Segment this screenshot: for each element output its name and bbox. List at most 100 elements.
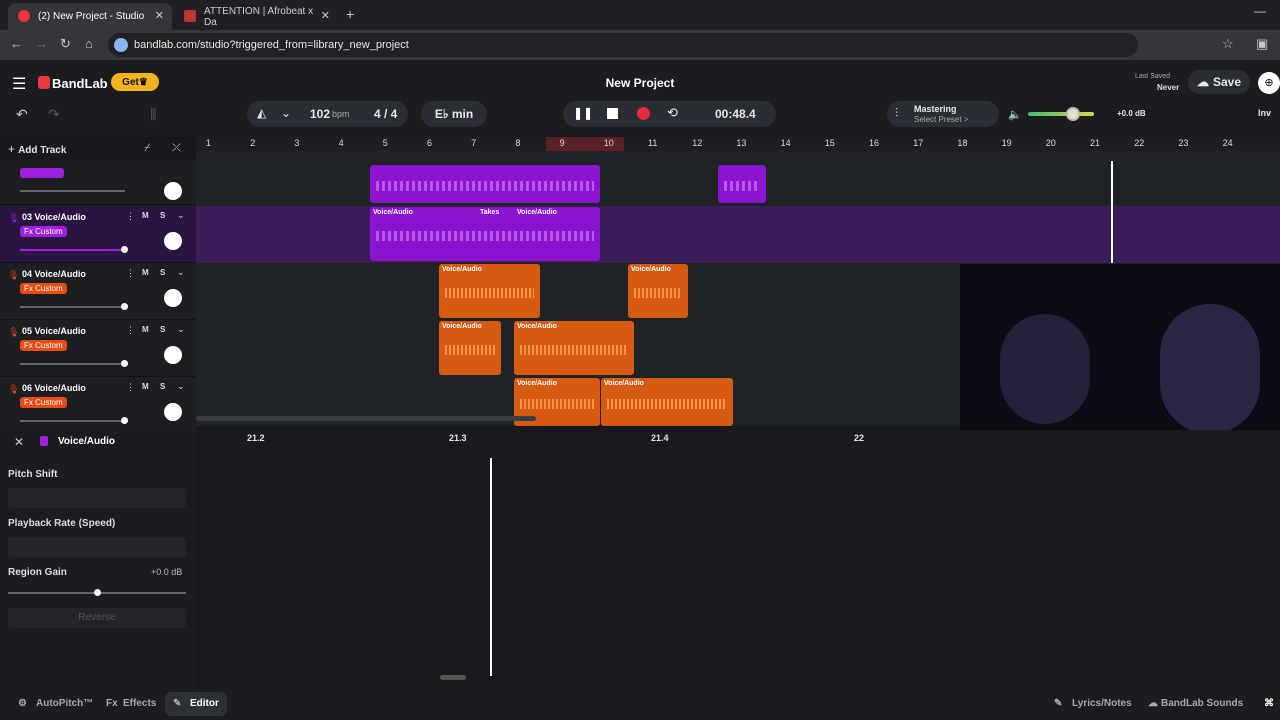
track-row[interactable]: 🎙 03 Voice/Audio ⋮ M S ⌄ Fx Custom bbox=[0, 206, 196, 263]
mastering-button[interactable]: ⫶ Mastering Select Preset > bbox=[887, 101, 999, 127]
solo-button[interactable]: S bbox=[160, 211, 165, 220]
track-volume-handle[interactable] bbox=[121, 246, 128, 253]
stop-icon[interactable] bbox=[607, 108, 618, 119]
url-input[interactable]: bandlab.com/studio?triggered_from=librar… bbox=[108, 33, 1138, 57]
audio-clip[interactable]: Voice/Audio bbox=[601, 378, 733, 426]
mixer-icon[interactable]: ⫼ bbox=[150, 106, 156, 123]
pause-icon[interactable]: ❚❚ bbox=[573, 106, 593, 120]
playback-rate-stepper[interactable] bbox=[8, 537, 186, 557]
region-gain-handle[interactable] bbox=[94, 589, 101, 596]
track-name[interactable]: 03 Voice/Audio bbox=[22, 212, 86, 222]
invite-button[interactable]: Inv bbox=[1258, 108, 1271, 118]
collapse-icon[interactable]: ⤫ bbox=[172, 142, 181, 155]
editor-playhead[interactable] bbox=[490, 458, 492, 676]
save-button[interactable]: ☁ Save bbox=[1188, 70, 1250, 94]
track-volume-handle[interactable] bbox=[121, 417, 128, 424]
master-volume-slider[interactable] bbox=[1028, 112, 1094, 116]
audio-clip[interactable]: Voice/Audio bbox=[439, 264, 540, 318]
close-editor-icon[interactable]: ✕ bbox=[14, 435, 24, 449]
chevron-down-icon[interactable]: ⌄ bbox=[177, 210, 185, 221]
pan-knob[interactable] bbox=[164, 232, 182, 250]
track-02[interactable] bbox=[0, 160, 196, 205]
bandlab-sounds-button[interactable]: BandLab Sounds bbox=[1161, 698, 1243, 709]
fx-badge[interactable]: Fx Custom bbox=[20, 283, 67, 294]
track-volume-slider[interactable] bbox=[20, 363, 125, 365]
mute-button[interactable]: M bbox=[142, 382, 149, 391]
record-icon[interactable] bbox=[637, 107, 650, 120]
effects-button[interactable]: Effects bbox=[123, 698, 156, 709]
chevron-down-icon[interactable]: ⌄ bbox=[177, 381, 185, 392]
key-button[interactable]: E♭ min bbox=[421, 101, 487, 127]
track-volume-handle[interactable] bbox=[121, 303, 128, 310]
chevron-down-icon[interactable]: ⌄ bbox=[177, 267, 185, 278]
solo-button[interactable]: S bbox=[160, 325, 165, 334]
loop-icon[interactable]: ⟲ bbox=[667, 105, 678, 121]
track-volume-slider[interactable] bbox=[20, 306, 125, 308]
mute-button[interactable]: M bbox=[142, 325, 149, 334]
add-track-button[interactable]: + Add Track bbox=[8, 142, 66, 158]
close-tab-icon[interactable]: ✕ bbox=[155, 9, 164, 22]
site-info-icon[interactable] bbox=[114, 38, 128, 52]
extensions-icon[interactable]: ▣ bbox=[1256, 36, 1268, 52]
plugin-icon[interactable]: ⌘ bbox=[1264, 698, 1274, 709]
home-icon[interactable]: ⌂ bbox=[85, 36, 93, 51]
track-row[interactable]: 🎙 05 Voice/Audio ⋮ M S ⌄ Fx Custom bbox=[0, 320, 196, 377]
lyrics-button[interactable]: Lyrics/Notes bbox=[1072, 698, 1132, 709]
redo-icon[interactable]: ↷ bbox=[48, 106, 60, 123]
globe-icon[interactable]: ⊕ bbox=[1258, 72, 1280, 94]
timeline-ruler[interactable]: 1 2 3 4 5 6 7 8 9 10 11 12 13 14 15 16 17 18 19 20 21 22 23 24 bbox=[196, 137, 1280, 151]
bpm-value[interactable]: 102 bbox=[310, 107, 330, 121]
minimize-icon[interactable]: — bbox=[1254, 4, 1266, 18]
editor-button[interactable]: ✎ Editor bbox=[165, 692, 227, 716]
magnet-icon[interactable]: ⌿ bbox=[144, 142, 151, 155]
track-name[interactable]: 06 Voice/Audio bbox=[22, 383, 86, 393]
speaker-icon[interactable]: 🔈 bbox=[1008, 108, 1022, 121]
track-volume-slider[interactable] bbox=[20, 190, 125, 192]
pan-knob[interactable] bbox=[164, 289, 182, 307]
new-tab-icon[interactable]: + bbox=[346, 6, 354, 22]
fx-badge[interactable]: Fx Custom bbox=[20, 226, 67, 237]
fx-badge[interactable]: Fx Custom bbox=[20, 397, 67, 408]
solo-button[interactable]: S bbox=[160, 382, 165, 391]
pan-knob[interactable] bbox=[164, 403, 182, 421]
track-row[interactable]: 🎙 06 Voice/Audio ⋮ M S ⌄ Fx Custom bbox=[0, 377, 196, 434]
metronome-icon[interactable]: ◭ bbox=[257, 106, 266, 120]
pan-knob[interactable] bbox=[164, 182, 182, 200]
audio-clip[interactable] bbox=[718, 165, 766, 203]
audio-clip[interactable]: Voice/Audio bbox=[439, 321, 501, 375]
track-volume-handle[interactable] bbox=[121, 360, 128, 367]
solo-button[interactable]: S bbox=[160, 268, 165, 277]
audio-clip[interactable]: Voice/Audio bbox=[628, 264, 688, 318]
reverse-button[interactable]: Reverse bbox=[8, 608, 186, 628]
audio-clip[interactable]: Voice/Audio Takes Voice/Audio bbox=[370, 207, 600, 261]
track-name[interactable]: 05 Voice/Audio bbox=[22, 326, 86, 336]
reload-icon[interactable]: ↻ bbox=[60, 36, 71, 52]
pan-knob[interactable] bbox=[164, 346, 182, 364]
more-options-icon[interactable]: ⋮ bbox=[126, 211, 135, 222]
track-row[interactable]: 🎙 04 Voice/Audio ⋮ M S ⌄ Fx Custom bbox=[0, 263, 196, 320]
browser-tab-active[interactable]: (2) New Project - Studio ✕ bbox=[8, 3, 172, 30]
time-signature[interactable]: 4 / 4 bbox=[374, 107, 397, 121]
back-icon[interactable]: ← bbox=[10, 36, 23, 51]
mute-button[interactable]: M bbox=[142, 211, 149, 220]
track-volume-slider[interactable] bbox=[20, 249, 125, 251]
horizontal-scrollbar[interactable] bbox=[196, 416, 536, 421]
master-volume-handle[interactable] bbox=[1066, 107, 1080, 121]
audio-clip[interactable]: Voice/Audio bbox=[514, 321, 634, 375]
audio-clip[interactable] bbox=[370, 165, 600, 203]
playhead[interactable] bbox=[1111, 161, 1113, 263]
chevron-down-icon[interactable]: ⌄ bbox=[177, 324, 185, 335]
more-options-icon[interactable]: ⋮ bbox=[126, 382, 135, 393]
undo-icon[interactable]: ↶ bbox=[16, 106, 28, 123]
close-tab-icon[interactable]: ✕ bbox=[321, 9, 330, 22]
metronome-dropdown-icon[interactable]: ⌄ bbox=[281, 106, 291, 120]
track-name[interactable]: 04 Voice/Audio bbox=[22, 269, 86, 279]
more-options-icon[interactable]: ⋮ bbox=[126, 268, 135, 279]
bookmark-star-icon[interactable]: ☆ bbox=[1222, 36, 1234, 52]
fx-badge[interactable] bbox=[20, 168, 64, 178]
fx-badge[interactable]: Fx Custom bbox=[20, 340, 67, 351]
editor-timeline[interactable]: 21.2 21.3 21.4 22 bbox=[196, 430, 1280, 690]
mute-button[interactable]: M bbox=[142, 268, 149, 277]
track-volume-slider[interactable] bbox=[20, 420, 125, 422]
browser-tab[interactable]: ATTENTION | Afrobeat x Da ✕ bbox=[174, 3, 338, 30]
